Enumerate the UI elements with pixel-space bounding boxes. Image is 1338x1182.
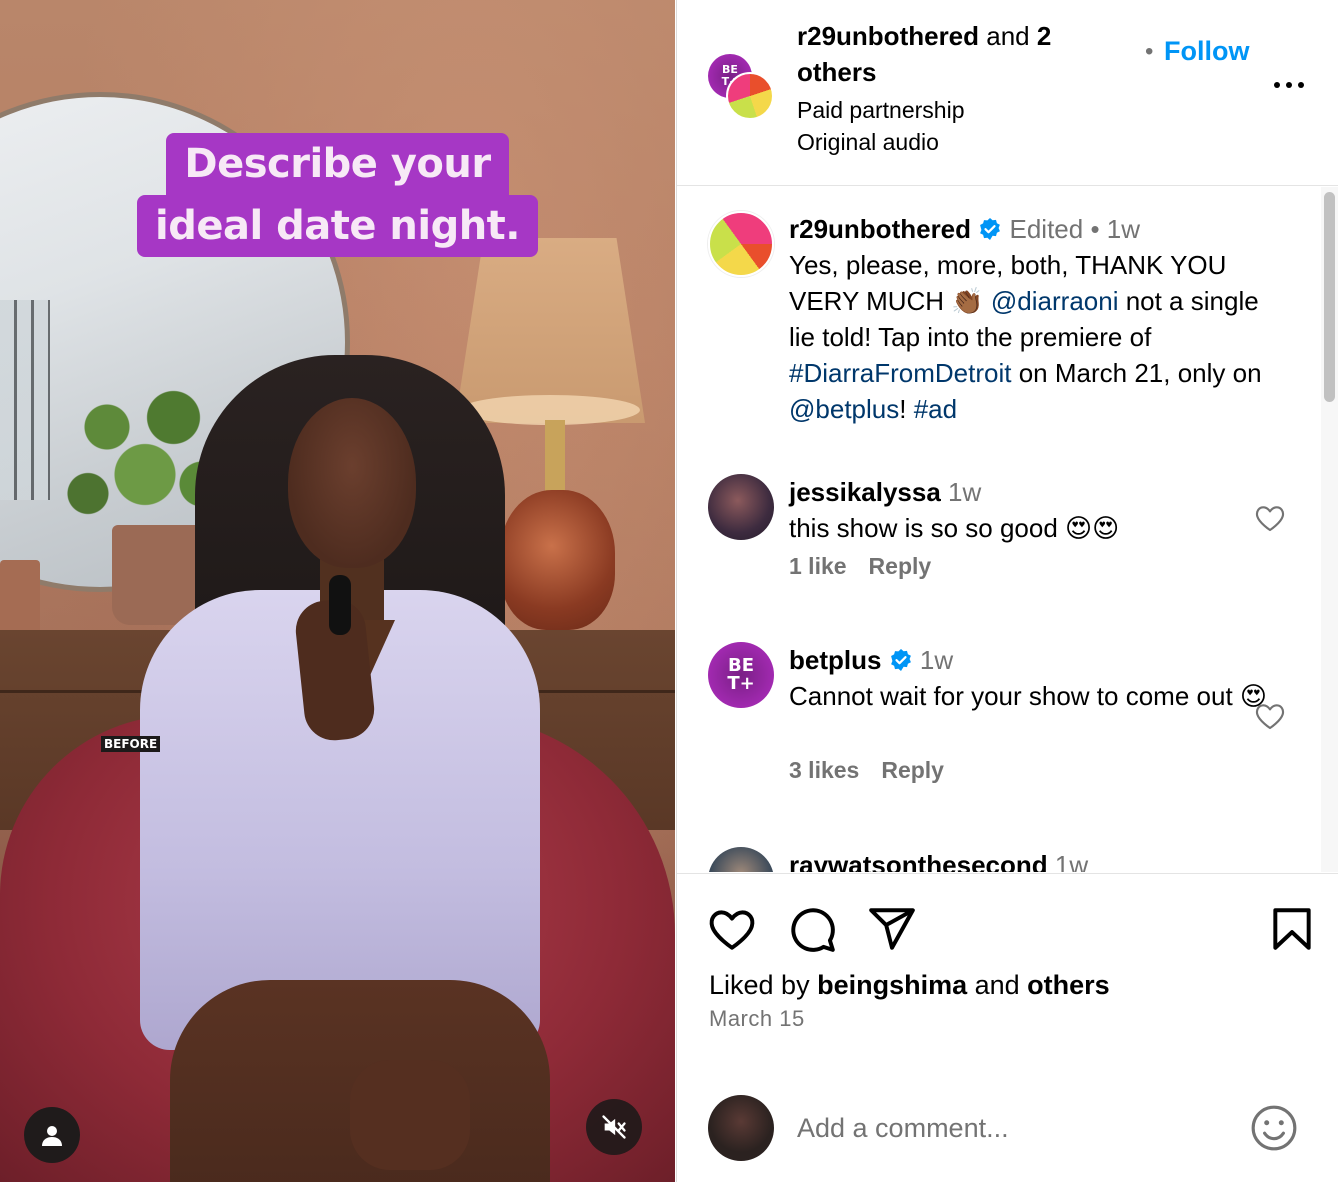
scrollbar-thumb[interactable] [1324,192,1335,402]
caption-text-3: on March 21, only on [1011,358,1262,388]
collab-avatars[interactable]: BET+ [708,54,774,120]
avatar[interactable]: BE T+ [708,642,774,708]
person-icon [42,1126,62,1146]
before-label: BEFORE [101,736,161,752]
video-player[interactable]: Describe your ideal date night. BEFORE [0,0,675,1182]
paper-plane-icon[interactable] [867,904,917,954]
hashtag-link[interactable]: #ad [914,394,957,424]
liked-prefix: Liked by [709,970,818,1000]
clap-emoji: 👏🏾 [951,286,984,316]
caption-line-1: Describe your [166,133,509,195]
person-hand [350,1060,470,1170]
post-details-panel: BET+ r29unbothered and 2 others • Follow… [676,0,1338,1182]
verified-badge-icon [890,649,911,671]
meta-separator: • [1083,214,1107,244]
avatar[interactable] [708,847,774,872]
comments-list[interactable]: r29unbothered Edited • 1w Yes, please, m… [677,187,1338,872]
comment-time[interactable]: 1w [948,477,981,507]
comment-text: jessikalyssa 1w this show is so so good … [789,474,1289,546]
smiley-icon[interactable] [1249,1103,1299,1153]
tagged-people-button[interactable] [24,1107,80,1163]
small-pot-scenery [0,560,40,640]
comment-username[interactable]: betplus [789,645,881,675]
comment-username[interactable]: jessikalyssa [789,477,941,507]
post-subtitle: Paid partnership Original audio [797,94,965,158]
original-audio-label[interactable]: Original audio [797,126,965,158]
follow-separator: • [1145,38,1154,65]
reply-button[interactable]: Reply [869,553,932,579]
author-username[interactable]: r29unbothered [797,21,979,51]
comment-content: Cannot wait for your show to come out 😍 [789,681,1267,711]
comment-content: this show is so so good 😍😍 [789,513,1120,543]
lamp-base-scenery [500,490,615,630]
more-options-button[interactable] [1274,75,1308,95]
comment-actions: 1 like Reply [789,553,953,580]
reply-button[interactable]: Reply [881,757,944,783]
likes-count[interactable]: 3 likes [789,757,859,783]
post-authors[interactable]: r29unbothered and 2 others [797,18,1117,90]
mention-link[interactable]: @diarraoni [991,286,1119,316]
caption-text-4: ! [899,394,914,424]
comment-text: r29unbothered Edited • 1w Yes, please, m… [789,211,1289,427]
liked-others-link[interactable]: others [1027,970,1110,1000]
heart-icon[interactable] [1253,502,1287,534]
comment-actions: 3 likes Reply [789,757,966,784]
comment-text: betplus 1w Cannot wait for your show to … [789,642,1289,714]
video-caption: Describe your ideal date night. [0,133,675,257]
liked-mid: and [967,970,1028,1000]
current-user-avatar [708,1095,774,1161]
more-dot [1298,82,1304,88]
window-scenery [0,300,50,500]
liked-user-link[interactable]: beingshima [817,970,967,1000]
comment-time[interactable]: 1w [1107,214,1140,244]
heart-icon[interactable] [1253,700,1287,732]
avatar[interactable] [708,211,774,277]
post-date[interactable]: March 15 [709,1006,805,1032]
liked-by-text: Liked by beingshima and others [709,966,1110,1004]
hashtag-link[interactable]: #DiarraFromDetroit [789,358,1012,388]
mute-toggle-button[interactable] [586,1099,642,1155]
microphone [329,575,351,635]
comment-input[interactable] [797,1105,1217,1151]
edited-label: Edited [1009,214,1084,244]
add-comment-bar [677,1083,1338,1182]
heart-icon[interactable] [707,904,757,954]
likes-count[interactable]: 1 like [789,553,847,579]
paid-partnership-label[interactable]: Paid partnership [797,94,965,126]
comment-username[interactable]: r29unbothered [789,214,971,244]
speaker-muted-icon [602,1115,626,1139]
mention-link[interactable]: @betplus [789,394,899,424]
avatar[interactable] [708,474,774,540]
more-horizontal-icon [1274,82,1280,88]
comment-time[interactable]: 1w [920,645,953,675]
comment-icon[interactable] [787,904,837,954]
caption-line-2: ideal date night. [136,195,538,257]
bookmark-icon[interactable] [1267,904,1317,954]
person-face [288,398,416,568]
r29unbothered-avatar-small [726,72,774,120]
post-actions: Liked by beingshima and others March 15 [677,873,1338,1083]
follow-button[interactable]: Follow [1164,36,1249,67]
comment-time[interactable]: 1w [1055,850,1088,872]
verified-badge-icon [980,218,1001,240]
comment-username[interactable]: raywatsonthesecond [789,850,1048,872]
comment-text: raywatsonthesecond 1w [789,847,1289,872]
more-dot [1286,82,1292,88]
post-header: BET+ r29unbothered and 2 others • Follow… [677,0,1338,186]
